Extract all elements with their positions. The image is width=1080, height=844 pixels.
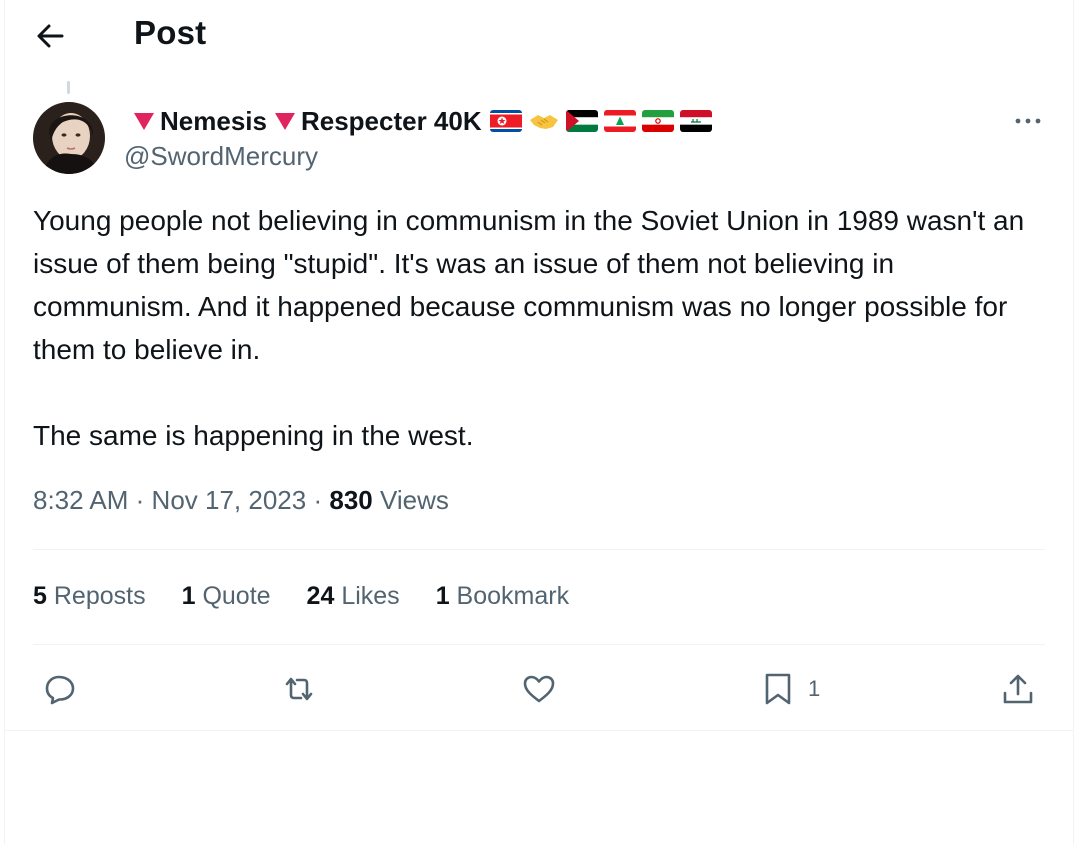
like-button[interactable]	[521, 664, 557, 714]
likes-stat[interactable]: 24 Likes	[307, 582, 400, 611]
action-bar: 1	[0, 664, 1080, 714]
avatar-photo-icon	[33, 102, 105, 174]
author-display-name[interactable]: Nemesis Respecter 40K	[132, 106, 482, 137]
quotes-label: Quote	[202, 582, 271, 610]
reposts-count: 5	[33, 582, 47, 610]
name-emoji-group	[489, 110, 718, 132]
divider	[33, 549, 1045, 550]
back-button[interactable]	[32, 16, 72, 56]
more-dots-icon	[1015, 118, 1041, 124]
reply-button[interactable]	[42, 664, 78, 714]
tweet-time[interactable]: 8:32 AM	[33, 485, 128, 515]
display-name-part1: Nemesis	[160, 105, 267, 136]
tweet-paragraph: Young people not believing in communism …	[33, 205, 1025, 365]
reposts-stat[interactable]: 5 Reposts	[33, 582, 146, 611]
bookmark-action-count: 1	[808, 676, 821, 701]
author-handle[interactable]: @SwordMercury	[124, 141, 318, 172]
quotes-count: 1	[181, 582, 196, 610]
bookmark-icon	[765, 673, 791, 705]
tweet-meta: 8:32 AM · Nov 17, 2023 · 830 Views	[33, 485, 449, 516]
reposts-label: Reposts	[53, 582, 146, 610]
tweet-date[interactable]: Nov 17, 2023	[152, 485, 307, 515]
repost-button[interactable]	[281, 664, 317, 714]
display-name-part2: Respecter 40K	[300, 105, 482, 136]
divider	[33, 644, 1045, 645]
bookmarks-count: 1	[435, 582, 450, 610]
author-name-row: Nemesis Respecter 40K	[132, 104, 718, 138]
tweet-paragraph: The same is happening in the west.	[33, 420, 474, 451]
thread-connector-line	[67, 81, 70, 94]
bookmarks-label: Bookmark	[456, 582, 570, 610]
iraq-flag-icon	[679, 110, 712, 132]
page-title: Post	[134, 14, 207, 51]
reply-icon	[45, 675, 75, 705]
views-count: 830	[329, 485, 373, 515]
north-korea-flag-icon	[489, 110, 522, 132]
share-button[interactable]	[1000, 664, 1036, 714]
palestine-flag-icon	[565, 110, 598, 132]
views-label: Views	[379, 485, 449, 515]
meta-separator: ·	[313, 485, 323, 515]
engagement-stats: 5 Reposts 1 Quote 24 Likes 1 Bookmark	[33, 582, 605, 611]
avatar[interactable]	[33, 102, 105, 174]
meta-separator: ·	[135, 485, 145, 515]
repost-icon	[285, 677, 313, 701]
red-triangle-icon	[134, 112, 154, 130]
more-options-button[interactable]	[1010, 106, 1046, 136]
likes-count: 24	[306, 582, 335, 610]
likes-label: Likes	[341, 582, 400, 610]
share-icon	[1003, 674, 1033, 704]
arrow-left-icon	[37, 24, 64, 48]
heart-icon	[523, 675, 555, 703]
divider	[4, 730, 1074, 731]
iran-flag-icon	[641, 110, 674, 132]
bookmarks-stat[interactable]: 1 Bookmark	[436, 582, 569, 611]
tweet-text: Young people not believing in communism …	[33, 199, 1043, 457]
bookmark-button[interactable]: 1	[760, 664, 820, 714]
lebanon-flag-icon	[603, 110, 636, 132]
red-triangle-icon	[274, 112, 295, 130]
handshake-icon	[527, 110, 560, 132]
top-bar: Post	[0, 0, 1080, 70]
quotes-stat[interactable]: 1 Quote	[182, 582, 271, 611]
